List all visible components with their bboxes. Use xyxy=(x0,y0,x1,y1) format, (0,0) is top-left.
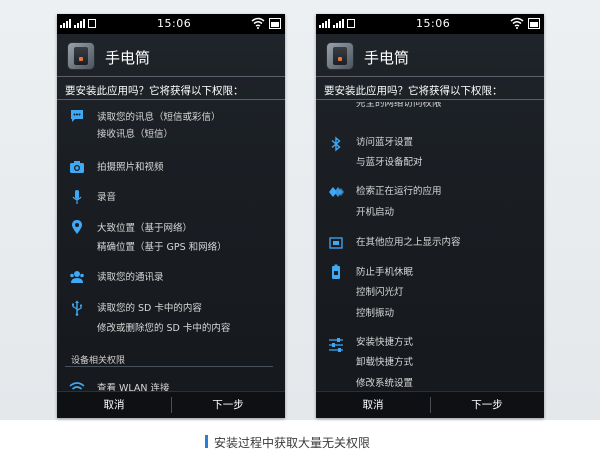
signal-icon xyxy=(319,19,330,28)
location-pin-icon xyxy=(72,220,82,234)
permission-text: 读取您的讯息（短信或彩信） xyxy=(97,112,221,123)
bluetooth-icon xyxy=(331,136,341,152)
microphone-icon xyxy=(72,190,82,204)
permission-text: 读取您的通讯录 xyxy=(97,272,164,283)
permission-text: 在其他应用之上显示内容 xyxy=(356,237,461,248)
permission-text: 控制振动 xyxy=(356,308,395,319)
flashlight-app-icon xyxy=(67,42,95,70)
battery-icon xyxy=(528,18,540,29)
next-button[interactable]: 下一步 xyxy=(171,392,285,418)
phone-screen-right: 15:06 手电筒 要安装此应用吗？它将获得以下权限： 完全的网络访问权限 访问… xyxy=(316,14,544,418)
overlay-window-icon xyxy=(329,237,343,249)
permission-text: 接收讯息（短信） xyxy=(97,129,174,140)
permission-text: 录音 xyxy=(97,192,117,203)
phone-screen-left: 15:06 手电筒 要安装此应用吗？它将获得以下权限： 读取您的讯息（短信或彩信… xyxy=(57,14,285,418)
notification-icon xyxy=(347,19,355,28)
message-icon xyxy=(71,110,83,122)
bottom-button-bar: 取消 下一步 xyxy=(57,391,285,418)
wifi-status-icon xyxy=(510,17,524,29)
app-name: 手电筒 xyxy=(364,49,410,67)
camera-icon xyxy=(70,161,84,173)
signal-icon xyxy=(60,19,71,28)
permission-text: 卸载快捷方式 xyxy=(356,357,414,368)
caption-text: 安装过程中获取大量无关权限 xyxy=(214,436,371,450)
settings-sliders-icon xyxy=(329,338,343,352)
install-question: 要安装此应用吗？它将获得以下权限： xyxy=(324,85,503,97)
permission-text: 访问蓝牙设置 xyxy=(356,137,414,148)
divider xyxy=(57,99,285,100)
divider xyxy=(316,99,544,100)
divider xyxy=(57,76,285,77)
divider xyxy=(65,366,273,367)
status-bar: 15:06 xyxy=(57,14,285,34)
wifi-status-icon xyxy=(251,17,265,29)
permission-text: 开机启动 xyxy=(356,207,395,218)
bottom-button-bar: 取消 下一步 xyxy=(316,391,544,418)
notification-icon xyxy=(88,19,96,28)
caption-marker xyxy=(205,435,208,448)
signal-icon xyxy=(74,19,85,28)
install-question: 要安装此应用吗？它将获得以下权限： xyxy=(65,85,244,97)
battery-icon xyxy=(269,18,281,29)
permission-text: 控制闪光灯 xyxy=(356,287,404,298)
status-time: 15:06 xyxy=(416,17,451,30)
app-header: 手电筒 xyxy=(316,42,544,74)
status-bar: 15:06 xyxy=(316,14,544,34)
permission-text: 修改系统设置 xyxy=(356,378,414,389)
usb-icon xyxy=(72,300,83,316)
permission-text: 防止手机休眠 xyxy=(356,267,414,278)
permission-text-partial: 完全的网络访问权限 xyxy=(356,102,442,109)
app-header: 手电筒 xyxy=(57,42,285,74)
cancel-button[interactable]: 取消 xyxy=(57,392,171,418)
next-button[interactable]: 下一步 xyxy=(430,392,544,418)
permission-text: 与蓝牙设备配对 xyxy=(356,157,423,168)
permission-text: 大致位置（基于网络） xyxy=(97,223,193,234)
permission-text: 检索正在运行的应用 xyxy=(356,186,442,197)
status-time: 15:06 xyxy=(157,17,192,30)
divider xyxy=(316,76,544,77)
running-apps-icon xyxy=(329,187,344,197)
flashlight-app-icon xyxy=(326,42,354,70)
signal-icon xyxy=(333,19,344,28)
permission-text: 读取您的 SD 卡中的内容 xyxy=(97,303,202,314)
section-title: 设备相关权限 xyxy=(71,356,126,366)
permission-text: 修改或删除您的 SD 卡中的内容 xyxy=(97,323,231,334)
contacts-icon xyxy=(70,271,84,283)
permission-text: 精确位置（基于 GPS 和网络） xyxy=(97,242,227,253)
cancel-button[interactable]: 取消 xyxy=(316,392,430,418)
app-name: 手电筒 xyxy=(105,49,151,67)
permission-text: 拍摄照片和视频 xyxy=(97,162,164,173)
permission-text: 安装快捷方式 xyxy=(356,337,414,348)
battery-lock-icon xyxy=(332,264,340,279)
